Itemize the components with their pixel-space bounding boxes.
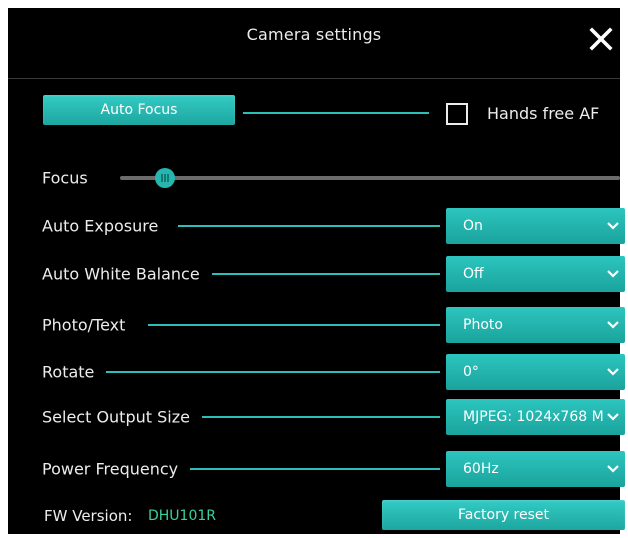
photo-text-select[interactable]: Photo: [446, 307, 625, 343]
chevron-down-icon: [607, 222, 619, 230]
power-frequency-select[interactable]: 60Hz: [446, 451, 625, 487]
auto-focus-connector-line: [243, 112, 429, 114]
auto-focus-button[interactable]: Auto Focus: [43, 95, 235, 125]
output-size-label: Select Output Size: [42, 407, 202, 427]
chevron-down-icon: [607, 465, 619, 473]
setting-row-output-size: Select Output Size MJPEG: 1024x768 M: [8, 399, 625, 435]
chevron-down-icon: [607, 270, 619, 278]
output-size-value: MJPEG: 1024x768 M: [463, 409, 603, 425]
camera-settings-panel: Camera settings Auto Focus Hands free AF…: [8, 8, 625, 534]
dialog-title: Camera settings: [246, 25, 382, 44]
setting-row-rotate: Rotate 0°: [8, 354, 625, 390]
hands-free-af-checkbox[interactable]: [446, 103, 468, 125]
slider-grip-icon: [161, 174, 169, 182]
power-frequency-label: Power Frequency: [42, 459, 191, 479]
focus-label: Focus: [42, 168, 100, 188]
auto-exposure-select[interactable]: On: [446, 208, 625, 244]
close-icon[interactable]: [588, 26, 614, 52]
focus-slider-track[interactable]: [120, 176, 620, 180]
rotate-value: 0°: [463, 364, 479, 380]
row-connector-line: [198, 273, 440, 275]
factory-reset-button[interactable]: Factory reset: [382, 500, 625, 530]
row-connector-line: [148, 324, 440, 326]
setting-row-power-frequency: Power Frequency 60Hz: [8, 451, 625, 487]
auto-white-balance-value: Off: [463, 266, 484, 282]
setting-row-auto-white-balance: Auto White Balance Off: [8, 256, 625, 292]
auto-white-balance-label: Auto White Balance: [42, 264, 212, 284]
factory-reset-button-label: Factory reset: [457, 507, 550, 523]
row-connector-line: [183, 468, 440, 470]
photo-text-value: Photo: [463, 317, 503, 333]
power-frequency-value: 60Hz: [463, 461, 499, 477]
chevron-down-icon: [607, 368, 619, 376]
title-bar: Camera settings: [8, 8, 620, 79]
auto-exposure-label: Auto Exposure: [42, 216, 171, 236]
focus-slider-thumb[interactable]: [155, 168, 175, 188]
row-connector-line: [178, 225, 440, 227]
rotate-select[interactable]: 0°: [446, 354, 625, 390]
setting-row-auto-exposure: Auto Exposure On: [8, 208, 625, 244]
auto-exposure-value: On: [463, 218, 483, 234]
fw-version-label: FW Version:: [44, 507, 133, 525]
chevron-down-icon: [607, 413, 619, 421]
output-size-select[interactable]: MJPEG: 1024x768 M: [446, 399, 625, 435]
chevron-down-icon: [607, 321, 619, 329]
auto-white-balance-select[interactable]: Off: [446, 256, 625, 292]
auto-focus-button-label: Auto Focus: [100, 102, 178, 118]
hands-free-af-label: Hands free AF: [487, 104, 600, 123]
row-connector-line: [194, 416, 440, 418]
row-connector-line: [98, 371, 440, 373]
setting-row-photo-text: Photo/Text Photo: [8, 307, 625, 343]
photo-text-label: Photo/Text: [42, 315, 138, 335]
rotate-label: Rotate: [42, 362, 107, 382]
fw-version-value: DHU101R: [148, 508, 217, 524]
